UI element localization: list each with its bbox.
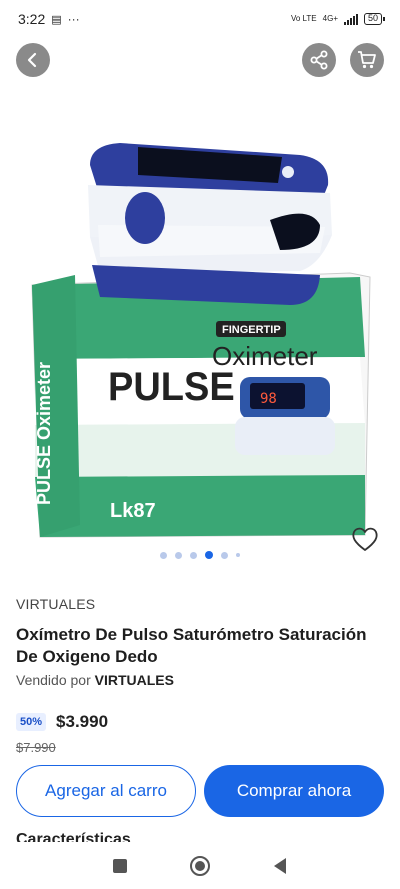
product-brand[interactable]: VIRTUALES (16, 596, 95, 612)
notification-icon: ▤ (51, 13, 62, 26)
product-box: PULSE Oximeter PULSE FINGERTIP Oximeter … (31, 272, 371, 538)
buy-now-button[interactable]: Comprar ahora (204, 765, 384, 817)
carousel-dot[interactable] (236, 553, 240, 557)
carousel-dot[interactable] (160, 551, 167, 559)
add-to-cart-button[interactable]: Agregar al carro (16, 765, 196, 817)
network-type-label: 4G+ (322, 14, 338, 23)
signal-icon (343, 13, 358, 25)
share-button[interactable] (302, 43, 336, 77)
status-bar: 3:22 ▤ ··· Vo LTE 4G+ 50 (0, 0, 400, 38)
discount-badge: 50% (16, 713, 47, 731)
back-button[interactable] (16, 43, 50, 77)
more-notifications-icon: ··· (67, 12, 80, 26)
home-button[interactable] (188, 854, 212, 878)
sold-by-label: Vendido por (16, 672, 91, 688)
carousel-dot[interactable] (221, 551, 228, 559)
box-side-text: PULSE Oximeter (34, 362, 54, 505)
box-device-illustration: 98 (235, 377, 335, 455)
sold-by: Vendido por VIRTUALES (16, 672, 174, 688)
chevron-left-icon (27, 52, 37, 68)
share-icon (310, 50, 328, 70)
device-reading: 98 (260, 391, 277, 407)
heart-icon[interactable] (350, 525, 380, 553)
seller-link[interactable]: VIRTUALES (95, 672, 174, 688)
shopping-cart-icon (358, 51, 376, 69)
oximeter-device (88, 143, 332, 305)
square-icon (113, 858, 127, 873)
current-price: $3.990 (56, 712, 109, 731)
circle-icon (190, 855, 210, 876)
system-navigation-bar (0, 842, 400, 889)
system-back-button[interactable] (268, 854, 292, 878)
status-time: 3:22 (18, 11, 46, 27)
carousel-dot[interactable] (190, 551, 197, 559)
box-badge: FINGERTIP (222, 324, 281, 336)
carousel-dot-active[interactable] (205, 551, 213, 559)
recents-button[interactable] (108, 854, 132, 878)
carousel-dot[interactable] (175, 551, 182, 559)
box-model: Lk87 (110, 500, 156, 522)
box-product-name: Oximeter (212, 341, 318, 371)
cart-button[interactable] (350, 43, 384, 77)
triangle-back-icon (274, 857, 286, 874)
price-row: 50% $3.990 (16, 712, 108, 732)
carousel-indicator (0, 551, 400, 559)
battery-indicator: 50 (363, 13, 386, 25)
original-price: $7.990 (16, 740, 56, 755)
product-title: Oxímetro De Pulso Saturómetro Saturación… (16, 625, 367, 666)
product-image[interactable]: PULSE Oximeter PULSE FINGERTIP Oximeter … (20, 125, 380, 545)
box-brand: PULSE (108, 365, 235, 409)
network-label: Vo LTE (290, 14, 317, 23)
